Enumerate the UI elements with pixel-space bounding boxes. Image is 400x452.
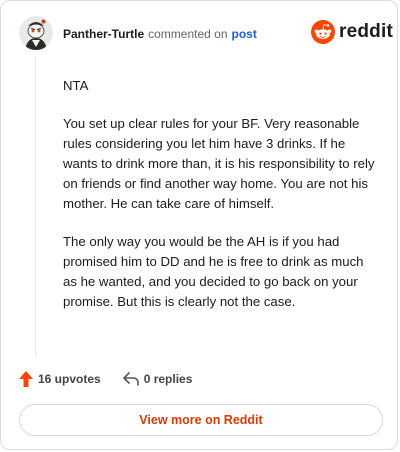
reply-count: 0 replies bbox=[143, 372, 193, 386]
comment-actions: 16 upvotes 0 replies bbox=[19, 371, 192, 387]
comment-paragraph: NTA bbox=[63, 78, 89, 93]
reddit-wordmark: reddit bbox=[339, 21, 393, 42]
reply-arrow-icon bbox=[122, 372, 139, 386]
post-link[interactable]: post bbox=[232, 27, 257, 41]
comment-paragraph: You set up clear rules for your BF. Very… bbox=[63, 116, 375, 211]
replies-button[interactable]: 0 replies bbox=[122, 372, 193, 386]
view-more-button[interactable]: View more on Reddit bbox=[19, 404, 383, 436]
user-avatar-icon bbox=[19, 16, 53, 50]
reddit-snoo-icon bbox=[311, 20, 335, 44]
commented-on-text: commented on bbox=[148, 27, 228, 41]
comment-body: NTA You set up clear rules for your BF. … bbox=[63, 76, 381, 330]
comment-paragraph: The only way you would be the AH is if y… bbox=[63, 234, 364, 309]
upvote-count: 16 upvotes bbox=[38, 372, 101, 386]
upvote-arrow-icon bbox=[19, 371, 33, 387]
comment-embed-card: Panther-Turtle commented on post reddit NT… bbox=[0, 0, 398, 450]
avatar[interactable] bbox=[19, 16, 53, 50]
thread-line bbox=[35, 56, 36, 356]
comment-header: Panther-Turtle commented on post bbox=[63, 26, 257, 42]
upvote-button[interactable]: 16 upvotes bbox=[19, 371, 101, 387]
username-link[interactable]: Panther-Turtle bbox=[63, 27, 144, 41]
reddit-logo[interactable]: reddit bbox=[311, 20, 393, 44]
